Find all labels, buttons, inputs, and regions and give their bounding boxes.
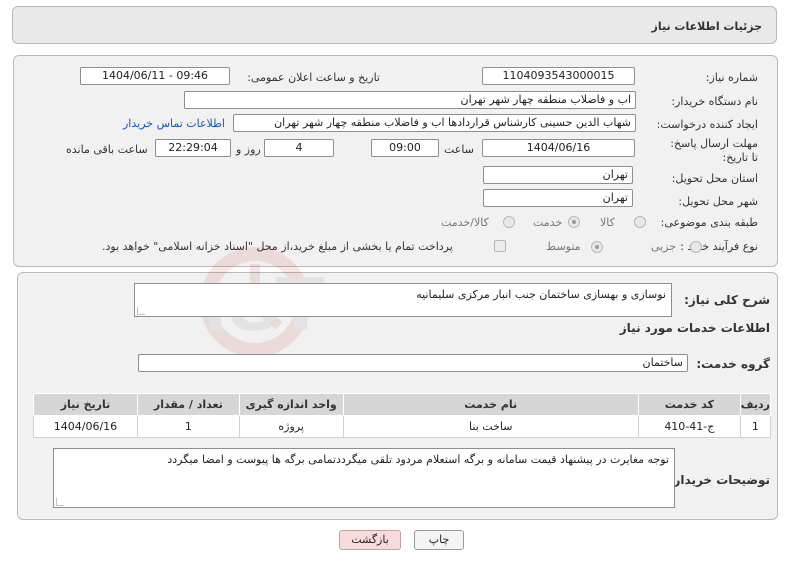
days-field: 4 bbox=[264, 139, 334, 157]
days-label: روز و bbox=[236, 143, 261, 156]
table-header-row: ردیف کد خدمت نام خدمت واحد اندازه گیری ت… bbox=[33, 393, 772, 416]
remaining-time-field: 22:29:04 bbox=[155, 139, 231, 157]
process-radio-minor[interactable] bbox=[690, 241, 702, 253]
service-group-label: گروه خدمت: bbox=[696, 357, 770, 371]
city-label: شهر محل تحویل: bbox=[678, 195, 758, 208]
buyer-org-label: نام دستگاه خریدار: bbox=[671, 95, 758, 108]
cell-row-number: 1 bbox=[739, 415, 772, 438]
category-label: طبقه بندی موضوعی: bbox=[660, 216, 758, 229]
need-number-label: شماره نیاز: bbox=[705, 71, 758, 84]
table-row[interactable]: 1 ج-41-410 ساخت بنا پروژه 1 1404/06/16 bbox=[33, 415, 772, 438]
deadline-label: مهلت ارسال پاسخ: تا تاریخ: bbox=[670, 137, 758, 164]
province-field: تهران bbox=[483, 166, 633, 184]
col-service-name: نام خدمت bbox=[342, 393, 639, 416]
need-details-panel bbox=[13, 55, 778, 267]
buyer-notes-label: توضیحات خریدار: bbox=[668, 473, 770, 487]
deadline-time-field: 09:00 bbox=[371, 139, 439, 157]
buyer-org-field: اب و فاضلاب منطقه چهار شهر تهران bbox=[184, 91, 636, 109]
process-medium-label: متوسط bbox=[546, 240, 581, 253]
services-table: ردیف کد خدمت نام خدمت واحد اندازه گیری ت… bbox=[33, 393, 772, 438]
summary-field: نوسازی و بهسازی ساختمان جنب انبار مرکزی … bbox=[134, 283, 672, 317]
time-label: ساعت bbox=[444, 143, 474, 156]
resize-grip-icon[interactable] bbox=[137, 307, 145, 315]
process-radio-medium[interactable] bbox=[591, 241, 603, 253]
back-button[interactable]: بازگشت bbox=[339, 530, 401, 550]
cell-service-code: ج-41-410 bbox=[637, 415, 741, 438]
cell-service-name: ساخت بنا bbox=[342, 415, 639, 438]
print-button[interactable]: چاپ bbox=[414, 530, 464, 550]
category-radio-goods[interactable] bbox=[634, 216, 646, 228]
col-service-code: کد خدمت bbox=[637, 393, 741, 416]
category-radio-goods-service[interactable] bbox=[503, 216, 515, 228]
buyer-notes-text: توجه مغایرت در پیشنهاد قیمت سامانه و برگ… bbox=[167, 453, 669, 466]
cell-quantity: 1 bbox=[136, 415, 240, 438]
buyer-contact-link[interactable]: اطلاعات تماس خریدار bbox=[123, 117, 225, 130]
col-unit: واحد اندازه گیری bbox=[238, 393, 344, 416]
cell-unit: پروژه bbox=[238, 415, 344, 438]
cell-need-date: 1404/06/16 bbox=[33, 415, 138, 438]
category-radio-service[interactable] bbox=[568, 216, 580, 228]
col-quantity: تعداد / مقدار bbox=[136, 393, 240, 416]
resize-grip-icon[interactable] bbox=[56, 498, 64, 506]
payment-note: پرداخت تمام یا بخشی از مبلغ خرید،از محل … bbox=[102, 240, 453, 253]
summary-label: شرح کلی نیاز: bbox=[684, 293, 770, 307]
creator-label: ایجاد کننده درخواست: bbox=[656, 118, 758, 131]
header-panel: جزئیات اطلاعات نیاز bbox=[12, 6, 777, 44]
page-title: جزئیات اطلاعات نیاز bbox=[651, 20, 763, 33]
category-goods-service-label: کالا/خدمت bbox=[441, 216, 489, 229]
treasury-checkbox[interactable] bbox=[494, 240, 506, 252]
col-need-date: تاریخ نیاز bbox=[33, 393, 138, 416]
deadline-date-field: 1404/06/16 bbox=[482, 139, 635, 157]
city-field: تهران bbox=[483, 189, 633, 207]
announce-field: 1404/06/11 - 09:46 bbox=[80, 67, 230, 85]
service-group-field: ساختمان bbox=[138, 354, 688, 372]
buyer-notes-field: توجه مغایرت در پیشنهاد قیمت سامانه و برگ… bbox=[53, 448, 675, 508]
process-minor-label: جزیی bbox=[651, 240, 677, 253]
summary-text: نوسازی و بهسازی ساختمان جنب انبار مرکزی … bbox=[416, 288, 666, 301]
category-service-label: خدمت bbox=[533, 216, 563, 229]
creator-field: شهاب الدین حسینی کارشناس قراردادها اب و … bbox=[233, 114, 636, 132]
remaining-label: ساعت باقی مانده bbox=[66, 143, 148, 156]
announce-label: تاریخ و ساعت اعلان عمومی: bbox=[247, 71, 380, 84]
province-label: استان محل تحویل: bbox=[671, 172, 758, 185]
services-section-title: اطلاعات خدمات مورد نیاز bbox=[619, 321, 770, 335]
need-number-field: 1104093543000015 bbox=[482, 67, 635, 85]
col-row-number: ردیف bbox=[739, 393, 772, 416]
category-goods-label: کالا bbox=[600, 216, 615, 229]
